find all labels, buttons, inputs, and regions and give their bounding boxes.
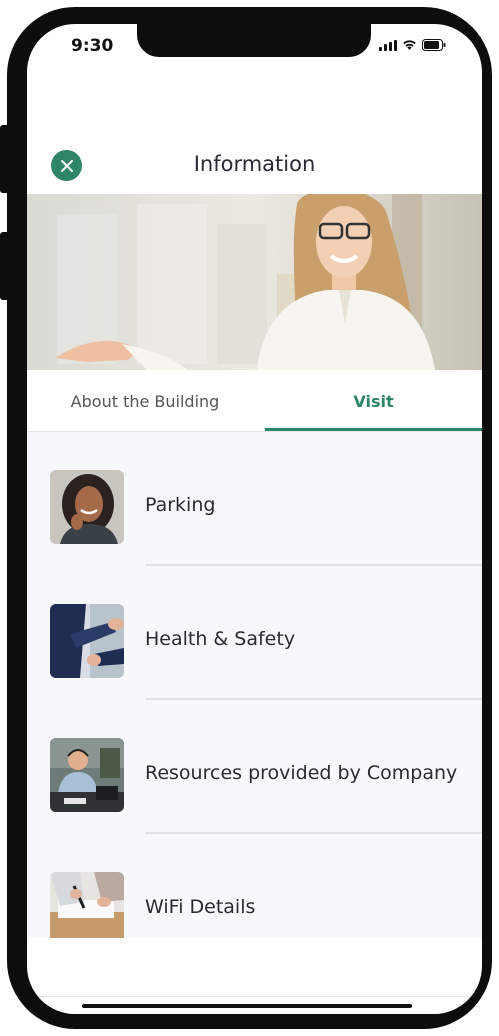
resources-thumbnail	[50, 738, 124, 812]
header: Information	[27, 144, 482, 184]
page-title: Information	[193, 152, 316, 176]
list-item-wifi-details[interactable]: WiFi Details	[27, 834, 482, 938]
list-item-parking[interactable]: Parking	[27, 432, 482, 566]
parking-thumbnail	[50, 470, 124, 544]
status-icons	[379, 39, 446, 51]
wifi-details-thumbnail	[50, 872, 124, 938]
active-tab-indicator	[265, 428, 482, 431]
tab-visit[interactable]: Visit	[265, 370, 482, 432]
tab-about-the-building[interactable]: About the Building	[27, 370, 263, 432]
list-item-label: Health & Safety	[145, 628, 296, 650]
notch	[137, 24, 371, 57]
wifi-icon	[402, 39, 417, 51]
list-item-label: Parking	[145, 494, 216, 516]
health-safety-thumbnail	[50, 604, 124, 678]
visit-list: Parking Health & Safety Resources provid…	[27, 432, 482, 938]
signal-icon	[379, 39, 397, 51]
list-item-health-safety[interactable]: Health & Safety	[27, 566, 482, 700]
app-screen: 9:30 Information About the Building Visi…	[27, 24, 482, 1014]
bottom-divider	[27, 996, 482, 997]
volume-down-button	[0, 232, 10, 300]
tab-bar: About the Building Visit	[27, 370, 482, 432]
volume-up-button	[0, 125, 10, 193]
list-item-resources[interactable]: Resources provided by Company	[27, 700, 482, 834]
list-item-label: WiFi Details	[145, 896, 256, 918]
list-item-label: Resources provided by Company	[145, 762, 458, 784]
battery-icon	[422, 39, 446, 51]
status-time: 9:30	[71, 36, 114, 56]
home-indicator[interactable]	[82, 1004, 412, 1008]
hero-image	[27, 194, 482, 370]
